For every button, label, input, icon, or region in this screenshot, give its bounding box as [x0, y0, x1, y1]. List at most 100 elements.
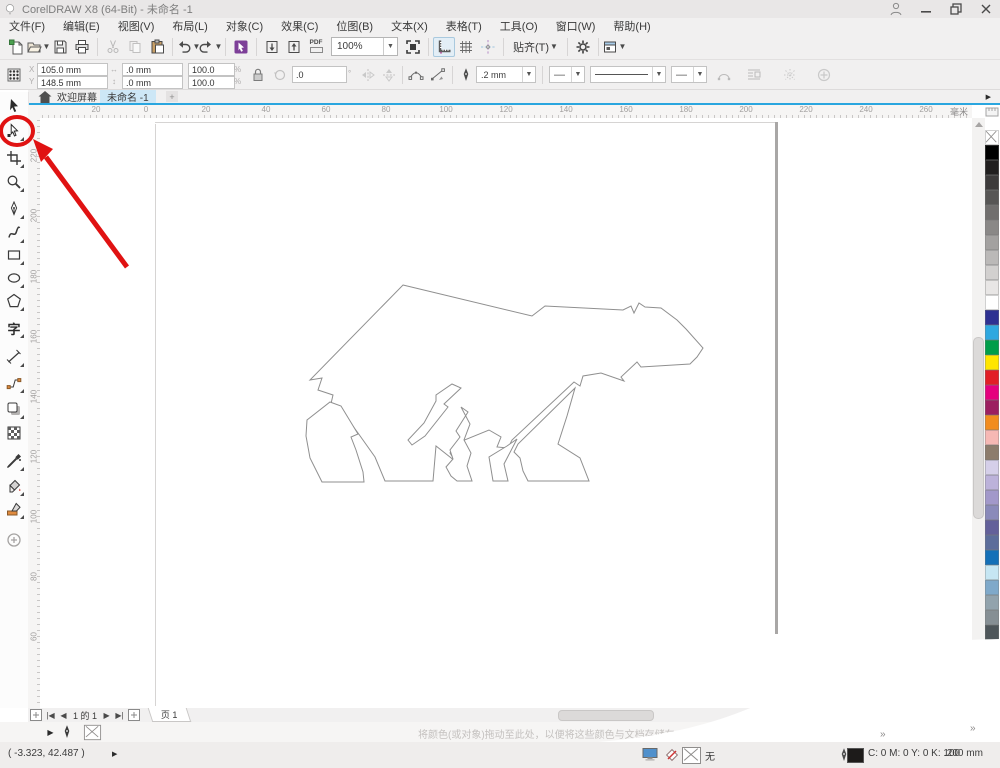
status-flyout-icon[interactable]: ▶: [112, 750, 117, 758]
node-edit-icon[interactable]: [408, 67, 424, 83]
add-tools-button[interactable]: [4, 530, 24, 550]
menu-item-3[interactable]: 布局(L): [163, 18, 216, 34]
transparency-tool[interactable]: [4, 423, 24, 443]
width-field[interactable]: .0 mm: [122, 63, 183, 76]
menu-item-7[interactable]: 文本(X): [382, 18, 437, 34]
lock-ratio-icon[interactable]: [250, 67, 266, 83]
interactive-fill-tool[interactable]: [4, 476, 24, 496]
arrow-start-select[interactable]: —▼: [549, 66, 585, 83]
artistic-media-tool[interactable]: [4, 223, 24, 243]
x-position-field[interactable]: 105.0 mm: [37, 63, 108, 76]
zoom-tool[interactable]: [4, 172, 24, 192]
color-swatch[interactable]: [985, 655, 999, 670]
show-rulers-button[interactable]: [433, 37, 455, 57]
color-swatch[interactable]: [985, 265, 999, 280]
color-swatch[interactable]: [985, 610, 999, 625]
minimize-icon[interactable]: [918, 2, 934, 16]
export-button[interactable]: [283, 37, 305, 57]
scale-y-field[interactable]: 100.0: [188, 76, 235, 89]
pick-tool[interactable]: [4, 96, 24, 116]
user-account-icon[interactable]: [888, 2, 904, 16]
search-replace-button[interactable]: [230, 37, 252, 57]
drawing-canvas[interactable]: [40, 118, 972, 708]
smart-fill-tool[interactable]: [4, 499, 24, 519]
color-swatch[interactable]: [985, 640, 999, 655]
close-icon[interactable]: [978, 2, 994, 16]
paste-button[interactable]: [146, 37, 168, 57]
color-swatch[interactable]: [985, 385, 999, 400]
cut-button[interactable]: [102, 37, 124, 57]
page-size-icon[interactable]: [6, 67, 22, 83]
undo-button[interactable]: ▼: [177, 37, 199, 57]
tray-pen-icon[interactable]: [59, 724, 75, 740]
color-swatch[interactable]: [985, 175, 999, 190]
color-swatch[interactable]: [985, 520, 999, 535]
print-button[interactable]: [71, 37, 93, 57]
height-field[interactable]: .0 mm: [122, 76, 183, 89]
show-grid-button[interactable]: [455, 37, 477, 57]
ellipse-tool[interactable]: [4, 268, 24, 288]
color-swatch[interactable]: [985, 205, 999, 220]
rectangle-tool[interactable]: [4, 245, 24, 265]
no-color-swatch[interactable]: [985, 130, 999, 145]
horizontal-ruler[interactable]: 20020406080100120140160180200220240260: [40, 105, 972, 119]
arrow-end-select[interactable]: —▼: [671, 66, 707, 83]
menu-item-4[interactable]: 对象(C): [217, 18, 272, 34]
color-swatch[interactable]: [985, 310, 999, 325]
color-swatch[interactable]: [985, 475, 999, 490]
vertical-scrollbar[interactable]: [972, 118, 985, 708]
menu-item-8[interactable]: 表格(T): [437, 18, 491, 34]
color-swatch[interactable]: [985, 460, 999, 475]
color-swatch[interactable]: [985, 145, 999, 160]
menu-item-1[interactable]: 编辑(E): [54, 18, 109, 34]
color-swatch[interactable]: [985, 445, 999, 460]
color-swatch[interactable]: [985, 295, 999, 310]
color-swatch[interactable]: [985, 340, 999, 355]
color-swatch[interactable]: [985, 160, 999, 175]
restore-icon[interactable]: [948, 2, 964, 16]
color-swatch[interactable]: [985, 370, 999, 385]
connector-tool[interactable]: [4, 373, 24, 393]
save-button[interactable]: [49, 37, 71, 57]
launcher-button[interactable]: ▼: [603, 37, 625, 57]
menu-item-0[interactable]: 文件(F): [0, 18, 54, 34]
redo-button[interactable]: ▼: [199, 37, 221, 57]
freehand-tool[interactable]: [4, 199, 24, 219]
docker-chevron[interactable]: »: [880, 729, 886, 740]
menu-item-6[interactable]: 位图(B): [327, 18, 382, 34]
open-button[interactable]: ▼: [27, 37, 49, 57]
new-document-button[interactable]: [5, 37, 27, 57]
color-swatch[interactable]: [985, 415, 999, 430]
show-guidelines-button[interactable]: [477, 37, 499, 57]
menu-item-2[interactable]: 视图(V): [109, 18, 164, 34]
shape-tool[interactable]: [4, 121, 24, 141]
color-swatch[interactable]: [985, 505, 999, 520]
tab-welcome-screen[interactable]: 欢迎屏幕: [30, 90, 104, 103]
color-swatch[interactable]: [985, 550, 999, 565]
color-swatch[interactable]: [985, 355, 999, 370]
y-position-field[interactable]: 148.5 mm: [37, 76, 108, 89]
color-swatch[interactable]: [985, 580, 999, 595]
color-swatch[interactable]: [985, 220, 999, 235]
menu-item-5[interactable]: 效果(C): [272, 18, 327, 34]
tab-document[interactable]: 未命名 -1: [100, 90, 156, 103]
text-tool[interactable]: 字: [4, 318, 24, 338]
palette-chevron[interactable]: »: [970, 723, 976, 734]
menu-item-10[interactable]: 窗口(W): [547, 18, 605, 34]
last-page-button[interactable]: ▶|: [113, 709, 126, 721]
new-tab-button[interactable]: +: [166, 91, 178, 102]
next-page-button[interactable]: ▶: [100, 709, 113, 721]
eyedropper-tool[interactable]: [4, 451, 24, 471]
document-color-settings-icon[interactable]: [642, 747, 658, 763]
color-swatch[interactable]: [985, 565, 999, 580]
polygon-tool[interactable]: [4, 291, 24, 311]
options-gear-button[interactable]: [572, 37, 594, 57]
mirror-horizontal-icon[interactable]: [360, 67, 376, 83]
page-tab[interactable]: 页 1: [148, 708, 191, 722]
zoom-level-select[interactable]: 100%▼: [331, 37, 398, 56]
menu-item-9[interactable]: 工具(O): [491, 18, 547, 34]
color-swatch[interactable]: [985, 280, 999, 295]
vertical-scroll-thumb[interactable]: [973, 337, 984, 519]
color-swatch[interactable]: [985, 190, 999, 205]
tab-scroll-right[interactable]: ▶: [979, 90, 998, 103]
